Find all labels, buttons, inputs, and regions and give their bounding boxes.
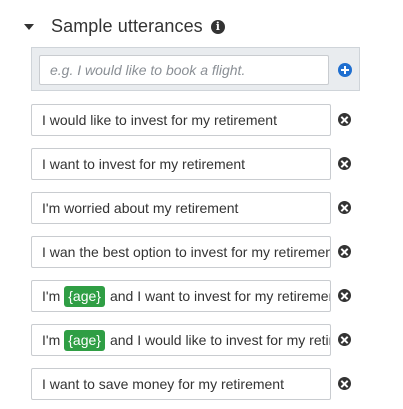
slot-badge[interactable]: {age} [64,329,105,351]
utterance-field[interactable]: I'm {age} and I would like to invest for m… [31,324,331,356]
utterance-field[interactable]: I'm {age} and I want to invest for my reti… [31,280,331,312]
sample-utterances-panel: Sample utterances i I would like to inve… [0,0,403,409]
remove-circle-icon[interactable] [338,289,351,302]
utterance-text-before: I'm [42,332,61,348]
section-header: Sample utterances i [20,13,225,39]
remove-circle-icon[interactable] [338,157,351,170]
new-utterance-row [31,47,360,91]
remove-circle-icon[interactable] [338,113,351,126]
remove-circle-icon[interactable] [338,245,351,258]
utterance-text-before: I want to invest for my retirement [42,156,246,172]
slot-badge[interactable]: {age} [64,285,105,307]
utterance-text: I'm worried about my retirement [32,193,330,223]
new-utterance-input[interactable] [39,55,329,85]
utterance-text-before: I'm worried about my retirement [42,200,239,216]
utterance-field[interactable]: I would like to invest for my retirement [31,104,331,136]
remove-circle-icon[interactable] [338,201,351,214]
utterance-text: I would like to invest for my retirement [32,105,330,135]
utterance-field[interactable]: I want to save money for my retirement [31,368,331,400]
section-title: Sample utterances [51,15,203,36]
utterance-text-before: I would like to invest for my retirement [42,112,277,128]
utterance-text: I'm {age} and I want to invest for my reti… [32,281,330,311]
utterance-field[interactable]: I'm worried about my retirement [31,192,331,224]
remove-circle-icon[interactable] [338,377,351,390]
plus-circle-icon[interactable] [338,63,352,77]
remove-circle-icon[interactable] [338,333,351,346]
utterance-text-after: and I would like to invest for my retire… [109,332,331,348]
utterance-text-before: I want to save money for my retirement [42,376,284,392]
utterance-field[interactable]: I want to invest for my retirement [31,148,331,180]
caret-down-icon[interactable] [24,24,34,30]
utterance-text-before: I'm [42,288,61,304]
utterance-text: I want to invest for my retirement [32,149,330,179]
utterance-text: I'm {age} and I would like to invest for m… [32,325,330,355]
utterance-text-before: I wan the best option to invest for my r… [42,244,331,260]
utterance-text: I want to save money for my retirement [32,369,330,399]
utterance-field[interactable]: I wan the best option to invest for my r… [31,236,331,268]
utterance-text: I wan the best option to invest for my r… [32,237,330,267]
utterance-text-after: and I want to invest for my retirement [109,288,331,304]
info-icon[interactable]: i [210,20,225,34]
